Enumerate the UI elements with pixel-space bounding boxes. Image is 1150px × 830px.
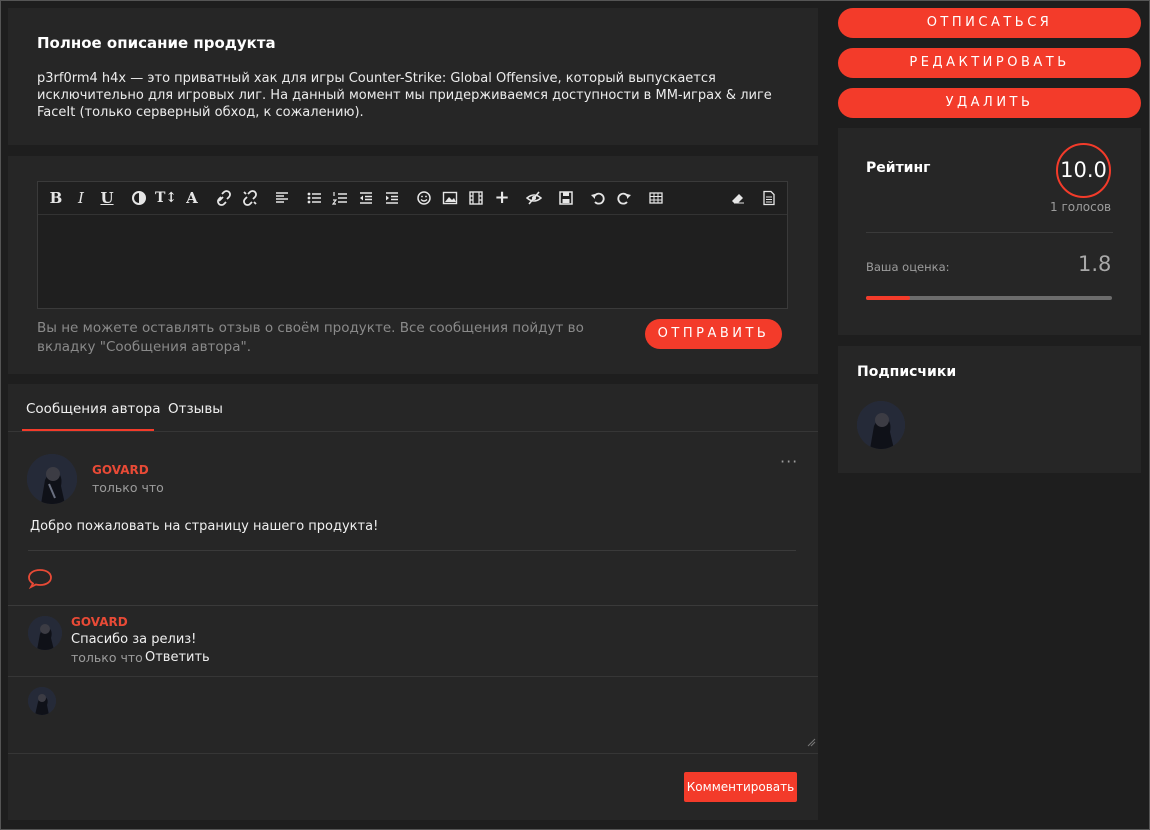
- undo-icon[interactable]: [588, 188, 608, 208]
- subscribers-panel: Подписчики: [838, 346, 1141, 473]
- comment-button[interactable]: Комментировать: [684, 772, 797, 802]
- editor-toolbar: B I U T↕ A +: [38, 182, 787, 215]
- tab-author-messages[interactable]: Сообщения автора: [26, 401, 161, 417]
- unsubscribe-button[interactable]: ОТПИСАТЬСЯ: [838, 8, 1141, 38]
- section-divider: [8, 605, 818, 606]
- your-rating-value: 1.8: [1078, 252, 1112, 276]
- send-button[interactable]: ОТПРАВИТЬ: [645, 319, 782, 349]
- indent-icon[interactable]: [382, 188, 402, 208]
- reply-text: Спасибо за релиз!: [71, 632, 197, 647]
- product-description-panel: Полное описание продукта p3rf0rm4 h4x — …: [8, 8, 818, 145]
- table-icon[interactable]: [646, 188, 666, 208]
- review-editor-panel: B I U T↕ A + Вы не можете оставлять отзы…: [8, 156, 818, 374]
- plus-icon[interactable]: +: [492, 188, 512, 208]
- reply-link[interactable]: Ответить: [145, 650, 210, 665]
- rating-divider: [866, 232, 1113, 233]
- comment-textarea[interactable]: [8, 676, 818, 754]
- numbered-list-icon[interactable]: [330, 188, 350, 208]
- comment-bubble-icon[interactable]: [26, 567, 54, 593]
- contrast-icon[interactable]: [129, 188, 149, 208]
- rating-score: 10.0: [1056, 143, 1111, 198]
- font-color-icon[interactable]: A: [182, 188, 202, 208]
- delete-button[interactable]: УДАЛИТЬ: [838, 88, 1141, 118]
- align-icon[interactable]: [272, 188, 292, 208]
- post-author[interactable]: GOVARD: [92, 463, 149, 477]
- text-size-icon[interactable]: T↕: [155, 188, 177, 208]
- rating-title: Рейтинг: [866, 160, 931, 176]
- reply-avatar[interactable]: [28, 616, 62, 650]
- italic-icon[interactable]: I: [71, 188, 91, 208]
- reply-time: только что: [71, 650, 143, 665]
- video-icon[interactable]: [466, 188, 486, 208]
- description-text: p3rf0rm4 h4x — это приватный хак для игр…: [37, 71, 772, 120]
- link-icon[interactable]: [214, 188, 234, 208]
- document-icon[interactable]: [759, 188, 779, 208]
- image-icon[interactable]: [440, 188, 460, 208]
- unlink-icon[interactable]: [240, 188, 260, 208]
- bullet-list-icon[interactable]: [304, 188, 324, 208]
- rating-panel: Рейтинг 10.0 1 голосов Ваша оценка: 1.8: [838, 128, 1141, 335]
- resize-handle-icon[interactable]: [807, 732, 816, 751]
- outdent-icon[interactable]: [356, 188, 376, 208]
- post-divider: [28, 550, 796, 551]
- post-time: только что: [92, 480, 164, 495]
- your-rating-slider[interactable]: [866, 296, 1112, 300]
- reply-author[interactable]: GOVARD: [71, 615, 128, 629]
- post-text: Добро пожаловать на страницу нашего прод…: [30, 519, 379, 534]
- active-tab-indicator: [22, 429, 154, 431]
- more-options-icon[interactable]: ···: [780, 452, 798, 471]
- avatar[interactable]: [27, 454, 77, 504]
- subscribers-title: Подписчики: [857, 364, 957, 380]
- bold-icon[interactable]: B: [46, 188, 66, 208]
- eraser-icon[interactable]: [728, 188, 748, 208]
- review-note: Вы не можете оставлять отзыв о своём про…: [37, 320, 584, 355]
- subscriber-avatar[interactable]: [857, 401, 905, 449]
- redo-icon[interactable]: [614, 188, 634, 208]
- smiley-icon[interactable]: [414, 188, 434, 208]
- description-title: Полное описание продукта: [37, 34, 276, 52]
- your-rating-label: Ваша оценка:: [866, 260, 950, 274]
- tab-reviews[interactable]: Отзывы: [168, 401, 223, 417]
- rating-votes: 1 голосов: [1050, 200, 1112, 214]
- rich-text-editor[interactable]: B I U T↕ A +: [37, 181, 788, 309]
- your-rating-fill: [866, 296, 911, 300]
- hide-icon[interactable]: [524, 188, 544, 208]
- underline-icon[interactable]: U: [97, 188, 117, 208]
- comments-tabs: Сообщения автора Отзывы: [8, 384, 818, 432]
- current-user-avatar: [28, 687, 56, 715]
- edit-button[interactable]: РЕДАКТИРОВАТЬ: [838, 48, 1141, 78]
- comments-panel: Сообщения автора Отзывы GOVARD только чт…: [8, 384, 818, 820]
- save-icon[interactable]: [556, 188, 576, 208]
